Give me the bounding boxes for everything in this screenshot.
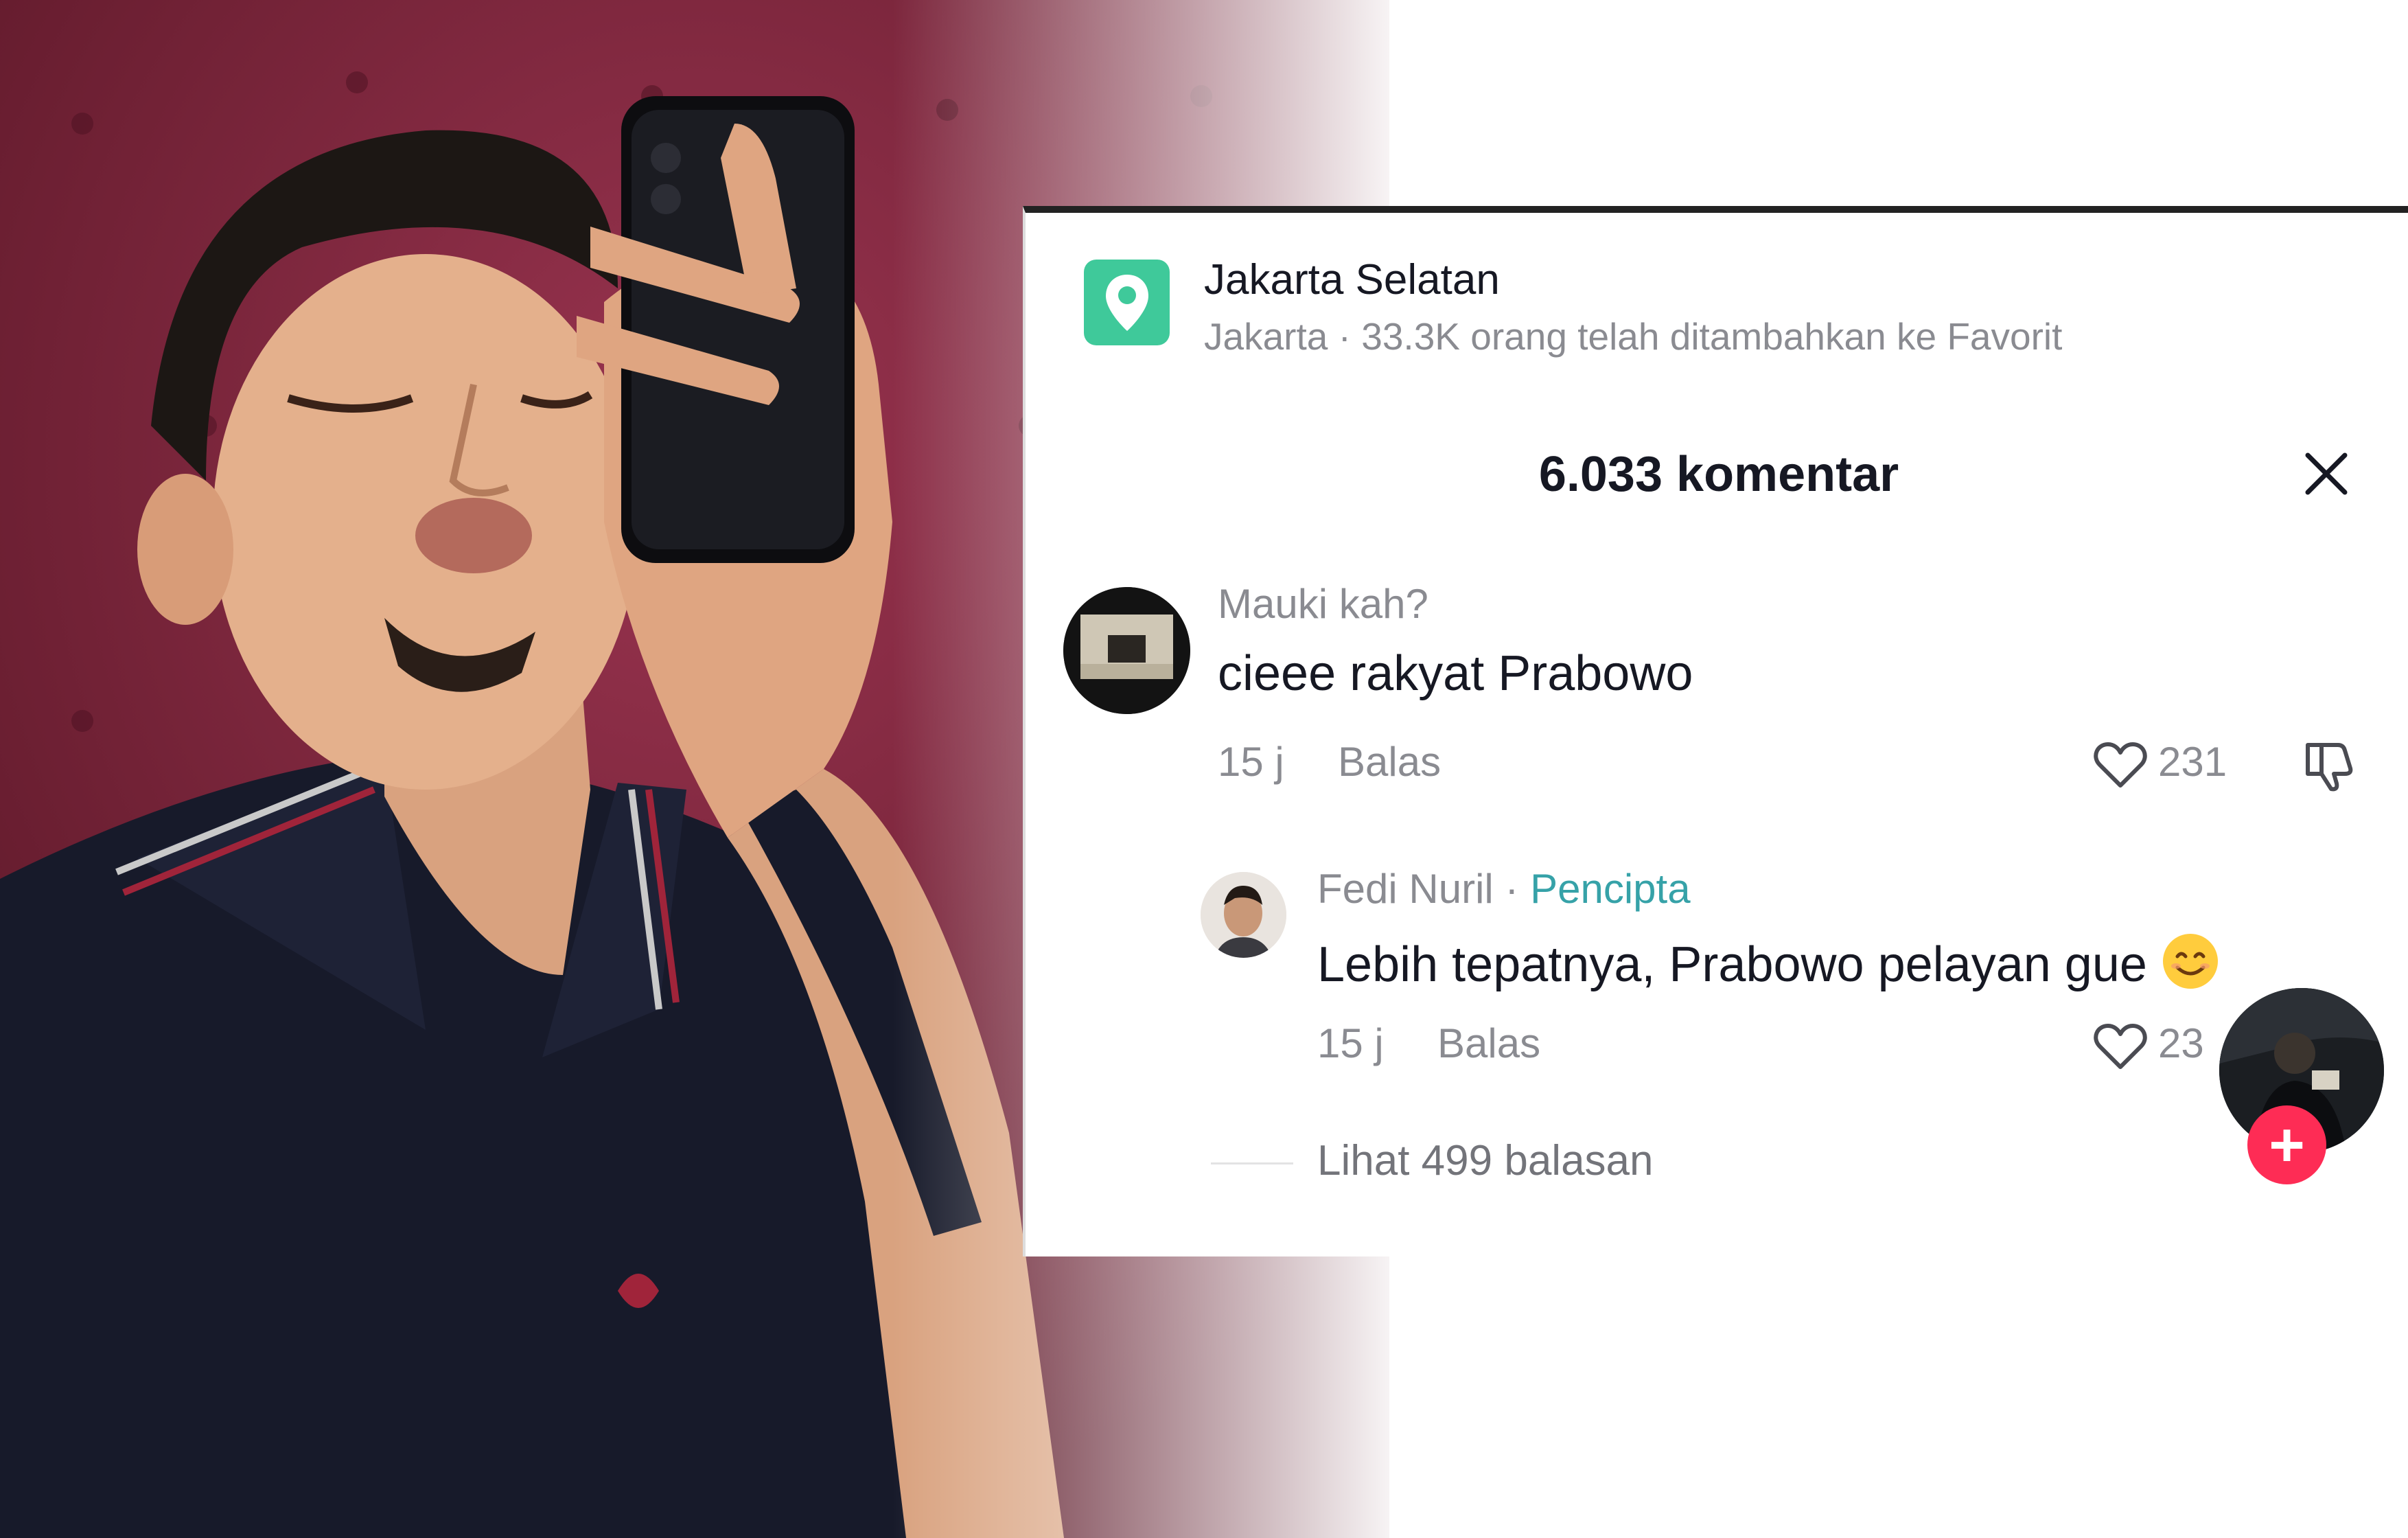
location-pin-glyph: [1105, 274, 1148, 331]
reply-like-count: 23: [2158, 1020, 2204, 1066]
comments-card: Jakarta Selatan Jakarta · 33.3K orang te…: [1023, 206, 2408, 1256]
name-separator: ·: [1493, 866, 1531, 912]
replies-divider: [1211, 1162, 1293, 1164]
location-pin-icon[interactable]: [1084, 260, 1170, 345]
creator-reply-text: Lebih tepatnya, Prabowo pelayan gue: [1317, 930, 2221, 993]
creator-username[interactable]: Fedi Nuril · Pencipta: [1317, 865, 1691, 913]
location-title[interactable]: Jakarta Selatan: [1204, 255, 1500, 304]
screenshot-canvas: Jakarta Selatan Jakarta · 33.3K orang te…: [0, 0, 2408, 1538]
plus-icon[interactable]: +: [2247, 1105, 2326, 1184]
smiling-face-emoji: [2162, 934, 2218, 989]
dislike-icon[interactable]: [2302, 738, 2357, 793]
creator-name[interactable]: Fedi Nuril: [1317, 866, 1494, 912]
like-count: 231: [2158, 739, 2227, 785]
creator-avatar-image: [1201, 872, 1286, 958]
comment-username[interactable]: Mauki kah?: [1218, 580, 1428, 628]
view-replies-link[interactable]: Lihat 499 balasan: [1317, 1136, 1654, 1185]
heart-icon[interactable]: [2093, 1022, 2148, 1071]
reply-text: Lebih tepatnya, Prabowo pelayan gue: [1317, 937, 2147, 992]
creator-avatar[interactable]: [1201, 872, 1286, 958]
creator-tag: Pencipta: [1530, 866, 1691, 912]
avatar[interactable]: [1063, 587, 1190, 714]
heart-icon[interactable]: [2093, 740, 2148, 790]
location-subtitle: Jakarta · 33.3K orang telah ditambahkan …: [1204, 315, 2063, 358]
comment-count-title: 6.033 komentar: [1538, 447, 1899, 502]
reply-time: 15 j: [1317, 1020, 1384, 1066]
avatar-image: [1063, 587, 1190, 714]
reply-button[interactable]: Balas: [1338, 738, 1441, 785]
comment-time: 15 j: [1218, 739, 1284, 785]
comment-text: cieee rakyat Prabowo: [1218, 646, 1693, 701]
close-icon[interactable]: [2302, 450, 2350, 498]
reply-button[interactable]: Balas: [1437, 1020, 1540, 1067]
